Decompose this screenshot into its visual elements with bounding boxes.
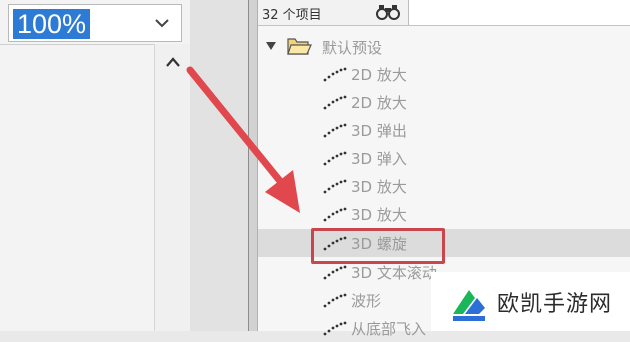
item-label: 3D 放大 <box>351 206 407 224</box>
preset-icon <box>323 321 347 336</box>
item-label: 3D 放大 <box>351 178 407 196</box>
brand-logo-icon <box>453 290 485 321</box>
list-item[interactable]: 3D 弹出 <box>258 116 630 144</box>
search-input[interactable] <box>408 0 630 25</box>
binoculars-icon[interactable] <box>376 3 400 21</box>
item-label: 3D 文本滚动 <box>351 264 437 282</box>
watermark-text: 欧凯手游网 <box>497 292 613 317</box>
watermark: 欧凯手游网 <box>431 272 630 331</box>
item-count: 32 个项目 <box>262 8 322 23</box>
preset-icon <box>323 265 347 280</box>
preset-icon <box>323 123 347 138</box>
item-label: 3D 弹入 <box>351 150 407 168</box>
folder-label: 默认预设 <box>322 39 383 57</box>
preset-icon <box>323 293 347 308</box>
preset-icon <box>323 151 347 166</box>
panel-gap <box>190 0 248 331</box>
list-item[interactable]: 3D 放大 <box>258 172 630 200</box>
scrollbar[interactable] <box>154 44 190 331</box>
zoom-value[interactable]: 100% <box>13 9 91 39</box>
preset-icon <box>323 207 347 222</box>
zoom-panel: 100% <box>0 0 190 331</box>
list-item[interactable]: 2D 放大 <box>258 60 630 88</box>
preset-icon <box>323 67 347 82</box>
item-label: 从底部飞入 <box>351 320 427 338</box>
panel-edge <box>249 0 258 331</box>
list-item[interactable]: 2D 放大 <box>258 88 630 116</box>
chevron-up-icon[interactable] <box>164 54 182 70</box>
item-label: 2D 放大 <box>351 66 407 84</box>
preset-icon <box>323 179 347 194</box>
folder-row[interactable]: 默认预设 <box>258 32 630 58</box>
annotation-highlight-box <box>311 228 445 264</box>
list-item[interactable]: 3D 放大 <box>258 200 630 228</box>
chevron-down-icon[interactable] <box>153 14 171 32</box>
item-label: 3D 弹出 <box>351 122 407 140</box>
list-item[interactable]: 3D 弹入 <box>258 144 630 172</box>
preset-icon <box>323 95 347 110</box>
expand-arrow-icon[interactable] <box>266 41 276 51</box>
presets-toolbar: 32 个项目 <box>258 0 630 26</box>
item-label: 2D 放大 <box>351 94 407 112</box>
item-label: 波形 <box>351 292 382 310</box>
folder-icon <box>287 38 312 55</box>
zoom-select[interactable]: 100% <box>8 4 182 42</box>
